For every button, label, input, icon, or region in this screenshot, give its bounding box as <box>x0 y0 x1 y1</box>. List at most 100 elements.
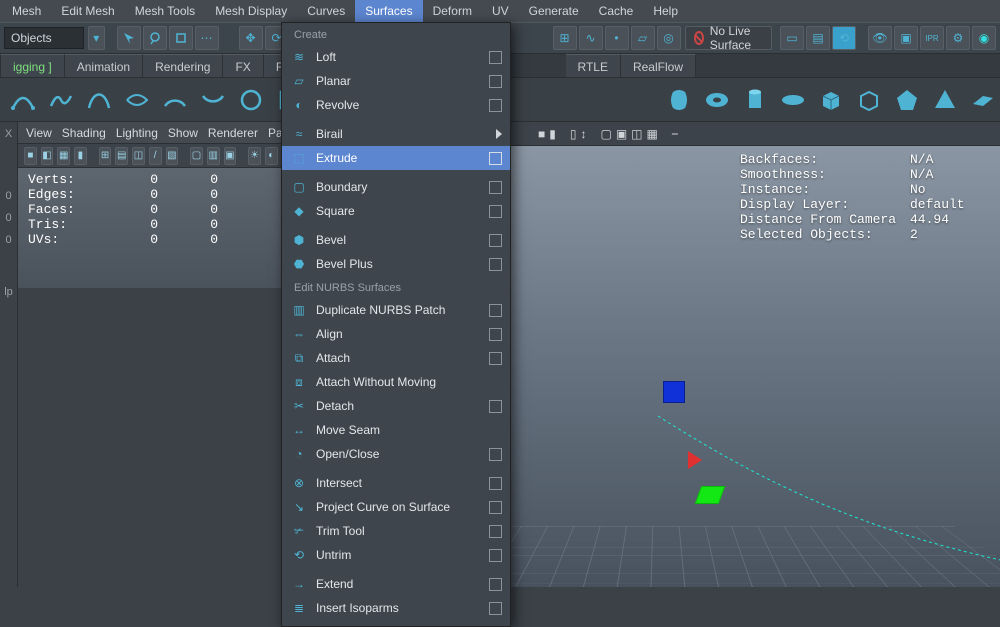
poly-prism-icon[interactable] <box>890 83 924 117</box>
menu-mesh-display[interactable]: Mesh Display <box>205 0 297 22</box>
curve-arc2-icon[interactable] <box>196 83 230 117</box>
snap-point-icon[interactable]: • <box>605 26 629 50</box>
menu-trim-tool[interactable]: ✃ Trim Tool <box>282 519 510 543</box>
tab-realflow[interactable]: RealFlow <box>621 54 696 77</box>
render-view-icon[interactable]: 👁 <box>868 26 892 50</box>
menu-insert-iso[interactable]: ≣ Insert Isoparms <box>282 596 510 620</box>
menu-planar[interactable]: ▱ Planar <box>282 69 510 93</box>
menu-intersect[interactable]: ⊗ Intersect <box>282 471 510 495</box>
vp-grid-icon[interactable]: ⊞ <box>99 147 112 165</box>
hypershade-icon[interactable]: ◉ <box>972 26 996 50</box>
detach-options-icon[interactable] <box>489 400 502 413</box>
vp-bookmark-icon[interactable]: ◧ <box>41 147 54 165</box>
poly-torus-icon[interactable] <box>700 83 734 117</box>
poly-plane-icon[interactable] <box>966 83 1000 117</box>
vp-menu-show[interactable]: Show <box>168 126 198 140</box>
menu-curves[interactable]: Curves <box>297 0 355 22</box>
menu-dup-patch[interactable]: ▥ Duplicate NURBS Patch <box>282 298 510 322</box>
cg-icon-2[interactable]: ▤ <box>806 26 830 50</box>
more-tool-icon[interactable]: ⋯ <box>195 26 219 50</box>
poly-cube-wire-icon[interactable] <box>852 83 886 117</box>
menu-bevel[interactable]: ⬢ Bevel <box>282 228 510 252</box>
menu-move-seam[interactable]: ↔ Move Seam <box>282 418 510 442</box>
objects-field[interactable] <box>4 27 84 49</box>
snap-curve-icon[interactable]: ∿ <box>579 26 603 50</box>
menu-square[interactable]: ◆ Square <box>282 199 510 223</box>
vp-panel2-icon[interactable]: ▥ <box>207 147 220 165</box>
menu-surfaces[interactable]: Surfaces <box>355 0 422 22</box>
tab-rendering[interactable]: Rendering <box>143 54 223 77</box>
menu-detach[interactable]: ✂ Detach <box>282 394 510 418</box>
render-frame-icon[interactable]: ▣ <box>894 26 918 50</box>
vp-menu-lighting[interactable]: Lighting <box>116 126 158 140</box>
vp-r-cam-icon[interactable]: ■ <box>538 127 545 141</box>
insert-iso-options-icon[interactable] <box>489 602 502 615</box>
vp-r-sel-icon[interactable]: ▯ <box>570 127 577 141</box>
menu-attach-nomove[interactable]: ⧈ Attach Without Moving <box>282 370 510 394</box>
menu-mesh[interactable]: Mesh <box>2 0 51 22</box>
menu-birail[interactable]: ≈ Birail <box>282 122 510 146</box>
manip-y-cube[interactable] <box>663 381 685 403</box>
tab-rtle[interactable]: RTLE <box>566 54 621 77</box>
vp-tex-icon[interactable]: ▧ <box>166 147 179 165</box>
vp-book-icon[interactable]: ▮ <box>74 147 87 165</box>
snap-live-icon[interactable]: ◎ <box>657 26 681 50</box>
vp-r-g3-icon[interactable]: ◫ <box>631 127 642 141</box>
menu-attach[interactable]: ⧉ Attach <box>282 346 510 370</box>
tab-rigging[interactable]: igging ] <box>0 54 65 77</box>
menu-untrim[interactable]: ⟲ Untrim <box>282 543 510 567</box>
vp-shaded-icon[interactable]: / <box>149 147 162 165</box>
menu-extend[interactable]: → Extend <box>282 572 510 596</box>
vp-r-slide-icon[interactable]: ⎯ <box>672 126 678 141</box>
vp-panel1-icon[interactable]: ▢ <box>190 147 203 165</box>
menu-deform[interactable]: Deform <box>423 0 482 22</box>
curve-arc-icon[interactable] <box>158 83 192 117</box>
menu-boundary[interactable]: ▢ Boundary <box>282 175 510 199</box>
vp-camera-icon[interactable]: ■ <box>24 147 37 165</box>
curve-ep-icon[interactable] <box>6 83 40 117</box>
menu-project-curve[interactable]: ↘ Project Curve on Surface <box>282 495 510 519</box>
select-tool-icon[interactable] <box>117 26 141 50</box>
menu-cache[interactable]: Cache <box>589 0 644 22</box>
curve-cv-icon[interactable] <box>44 83 78 117</box>
extend-options-icon[interactable] <box>489 578 502 591</box>
left-gutter-x[interactable]: X <box>5 128 12 140</box>
move-tool-icon[interactable]: ✥ <box>239 26 263 50</box>
vp-shadow-icon[interactable]: ◐ <box>265 147 278 165</box>
untrim-options-icon[interactable] <box>489 549 502 562</box>
extrude-options-icon[interactable] <box>489 152 502 165</box>
vp-menu-view[interactable]: View <box>26 126 52 140</box>
menu-help[interactable]: Help <box>643 0 688 22</box>
poly-disc-icon[interactable] <box>776 83 810 117</box>
loft-options-icon[interactable] <box>489 51 502 64</box>
dropdown-icon[interactable]: ▾ <box>88 26 105 50</box>
vp-r-g4-icon[interactable]: ▦ <box>647 127 658 141</box>
project-curve-options-icon[interactable] <box>489 501 502 514</box>
ipr-icon[interactable]: IPR <box>920 26 944 50</box>
poly-cylinder-icon[interactable] <box>738 83 772 117</box>
vp-wire-icon[interactable]: ◫ <box>132 147 145 165</box>
cg-icon-1[interactable]: ▭ <box>780 26 804 50</box>
vp-r-bk-icon[interactable]: ▮ <box>549 127 556 141</box>
menu-edit-mesh[interactable]: Edit Mesh <box>51 0 124 22</box>
vp-r-g1-icon[interactable]: ▢ <box>600 127 611 141</box>
bevel-plus-options-icon[interactable] <box>489 258 502 271</box>
render-settings-icon[interactable]: ⚙ <box>946 26 970 50</box>
curve-circle-icon[interactable] <box>234 83 268 117</box>
poly-sphere-warp-icon[interactable] <box>662 83 696 117</box>
menu-align[interactable]: ⇔ Align <box>282 322 510 346</box>
menu-loft[interactable]: ≋ Loft <box>282 45 510 69</box>
no-live-surface[interactable]: No Live Surface <box>685 26 773 50</box>
tab-animation[interactable]: Animation <box>65 54 143 77</box>
construction-history-icon[interactable]: ⟲ <box>832 26 856 50</box>
snap-plane-icon[interactable]: ▱ <box>631 26 655 50</box>
vp-film-icon[interactable]: ▦ <box>57 147 70 165</box>
menu-bevel-plus[interactable]: ⬣ Bevel Plus <box>282 252 510 276</box>
dup-patch-options-icon[interactable] <box>489 304 502 317</box>
trim-options-icon[interactable] <box>489 525 502 538</box>
menu-generate[interactable]: Generate <box>519 0 589 22</box>
boundary-options-icon[interactable] <box>489 181 502 194</box>
poly-cone-icon[interactable] <box>928 83 962 117</box>
vp-panel3-icon[interactable]: ▣ <box>224 147 237 165</box>
menu-extrude[interactable]: ⬚ Extrude <box>282 146 510 170</box>
